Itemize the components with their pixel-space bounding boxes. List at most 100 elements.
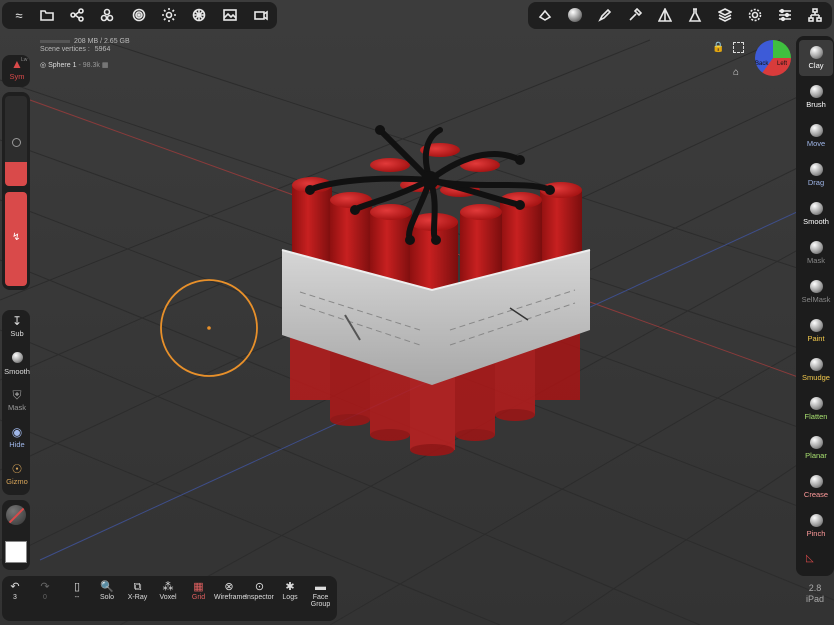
folder-icon[interactable] [34, 4, 60, 26]
lightning-icon: ↯ [12, 232, 21, 243]
layers-icon[interactable] [712, 4, 738, 26]
mask-shield-icon: ⛨ [12, 388, 22, 402]
inspector-label: Inspector [245, 594, 274, 601]
memory-usage: 208 MB / 2.65 GB [40, 38, 130, 45]
tool-selmask-icon [809, 280, 823, 293]
sphere-object-icon: ◎ [40, 62, 47, 69]
redo-button[interactable]: ↷ 0 [30, 580, 60, 601]
tool-brush-icon [809, 85, 823, 98]
flask-icon[interactable] [682, 4, 708, 26]
mask-quick-label: Mask [8, 403, 26, 412]
left-tools-panel: ↧ Sub Smooth ⛨ Mask ◉ Hide ☉ Gizmo [2, 310, 30, 495]
radius-fill [5, 162, 27, 186]
light-icon[interactable] [156, 4, 182, 26]
toggle-x-ray[interactable]: ⧉ X-Ray [123, 580, 153, 601]
primitives-icon[interactable] [94, 4, 120, 26]
tool-paint-icon [809, 319, 823, 332]
tool-mask[interactable]: Mask [799, 235, 833, 271]
gizmo-left-label: Left [777, 61, 788, 67]
tool-label: Mask [807, 256, 825, 265]
smooth-quick-button[interactable]: Smooth [4, 352, 30, 376]
tool-clay[interactable]: Clay [799, 40, 833, 76]
color-swatch[interactable] [5, 541, 27, 563]
matcap-sphere-icon[interactable] [562, 4, 588, 26]
solo-label: Solo [99, 594, 114, 601]
toggle-solo[interactable]: 🔍 Solo [92, 580, 122, 601]
toggle-logs[interactable]: ✱ Logs [275, 580, 305, 601]
tool-paint[interactable]: Paint [799, 313, 833, 349]
toggle-face-group[interactable]: ▬ Face Group [306, 580, 336, 608]
toggle-voxel[interactable]: ⁂ Voxel [153, 580, 183, 601]
mask-quick-button[interactable]: ⛨ Mask [4, 388, 30, 412]
tool-pinch[interactable]: Pinch [799, 508, 833, 544]
active-object[interactable]: ◎ Sphere 1 - 98.3k ▦ [40, 61, 108, 69]
sym-label: Sym [9, 72, 25, 81]
geometry-icon[interactable] [652, 4, 678, 26]
misc-button[interactable]: ▯ -- [62, 580, 92, 601]
view-gizmo[interactable]: Back Left [755, 40, 791, 76]
toggle-inspector[interactable]: ⊙ Inspector [245, 580, 275, 601]
tool-label: Brush [806, 100, 826, 109]
settings-wheel-icon[interactable] [186, 4, 212, 26]
material-icon[interactable] [532, 4, 558, 26]
x-ray-label: X-Ray [127, 594, 148, 601]
tool-planar-icon [809, 436, 823, 449]
material-swatch-panel [2, 500, 30, 570]
tool-flatten[interactable]: Flatten [799, 391, 833, 427]
brush-pen-icon[interactable] [592, 4, 618, 26]
tool-smudge[interactable]: Smudge [799, 352, 833, 388]
tool-label: Drag [807, 178, 825, 187]
3d-viewport[interactable] [0, 0, 834, 625]
tool-pinch-icon [809, 514, 823, 527]
camera-icon[interactable] [248, 4, 274, 26]
sub-button[interactable]: ↧ Sub [4, 314, 30, 338]
menu-icon[interactable]: ≈ [6, 4, 32, 26]
toggle-wireframe[interactable]: ⊗ Wireframe [214, 580, 246, 601]
tool-label: Crease [803, 490, 829, 499]
sym-suffix: Lw [21, 57, 28, 63]
scene-graph-icon[interactable] [64, 4, 90, 26]
lock-icon[interactable]: 🔒 [712, 42, 724, 53]
memory-bar [40, 39, 70, 43]
tool-crease[interactable]: Crease [799, 469, 833, 505]
toggle-grid[interactable]: ▦ Grid [184, 580, 214, 601]
object-count: 98.3k [82, 62, 100, 69]
tool-brush[interactable]: Brush [799, 79, 833, 115]
logs-label: Logs [282, 594, 298, 601]
sliders-icon[interactable] [772, 4, 798, 26]
logs-icon: ✱ [285, 581, 295, 593]
radius-slider[interactable] [5, 96, 27, 186]
hide-button[interactable]: ◉ Hide [4, 425, 30, 449]
topology-icon[interactable] [126, 4, 152, 26]
fullscreen-icon[interactable] [733, 42, 744, 53]
tool-move[interactable]: Move [799, 118, 833, 154]
tool-more-icon[interactable]: ◺ [806, 553, 822, 567]
gizmo-button[interactable]: ☉ Gizmo [4, 462, 30, 486]
tool-selmask[interactable]: SelMask [799, 274, 833, 310]
tool-label: Planar [805, 451, 827, 460]
tool-drag-icon [809, 163, 823, 176]
hide-eye-icon: ◉ [11, 425, 23, 439]
tool-label: Paint [807, 334, 825, 343]
tool-drag[interactable]: Drag [799, 157, 833, 193]
material-sphere-icon[interactable] [6, 505, 26, 525]
home-icon[interactable]: ⌂ [733, 67, 739, 78]
picker-icon[interactable] [622, 4, 648, 26]
undo-button[interactable]: ↶ 3 [0, 580, 30, 601]
solo-icon: 🔍 [100, 581, 114, 593]
tool-label: Smooth [803, 217, 829, 226]
tool-label: SelMask [801, 295, 831, 304]
image-icon[interactable] [217, 4, 243, 26]
version-number: 2.8 [808, 583, 822, 593]
hierarchy-icon[interactable] [802, 4, 828, 26]
brush-cursor-center [207, 326, 211, 330]
intensity-slider[interactable]: ↯ [5, 192, 27, 286]
tool-move-icon [809, 124, 823, 137]
scene-vertices: Scene vertices : 5964 [40, 46, 110, 53]
tool-label: Pinch [806, 529, 826, 538]
vertices-value: 5964 [94, 46, 111, 53]
gear-icon[interactable] [742, 4, 768, 26]
tool-smooth[interactable]: Smooth [799, 196, 833, 232]
tool-planar[interactable]: Planar [799, 430, 833, 466]
wireframe-icon: ⊗ [224, 581, 234, 593]
